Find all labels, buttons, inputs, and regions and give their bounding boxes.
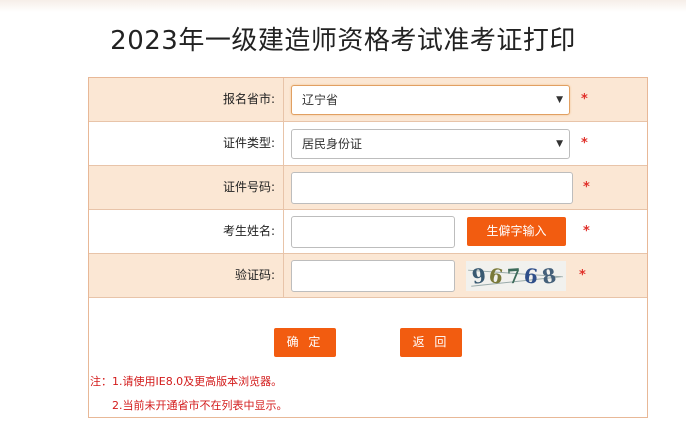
row-name: 考生姓名: 生僻字输入 * (89, 210, 647, 254)
id-type-label: 证件类型: (89, 122, 284, 165)
page-title: 2023年一级建造师资格考试准考证打印 (110, 26, 576, 56)
id-number-input[interactable] (291, 172, 573, 204)
note-line-1: 注：1.请使用IE8.0及更高版本浏览器。 (90, 375, 283, 388)
captcha-char: 6 (522, 263, 540, 289)
id-type-value: 居民身份证 (302, 137, 363, 151)
captcha-char: 9 (470, 263, 488, 289)
row-id-type: 证件类型: 居民身份证 ▼ * (89, 122, 647, 166)
chevron-down-icon: ▼ (556, 139, 563, 149)
captcha-char: 6 (487, 262, 505, 290)
name-input[interactable] (291, 216, 455, 248)
required-mark: * (579, 268, 586, 283)
captcha-char: 7 (506, 263, 522, 289)
print-form: 报名省市: 辽宁省 ▼ * 证件类型: 居民身份证 ▼ * 证件号码: * 考生… (88, 77, 648, 418)
captcha-image[interactable]: 9 6 7 6 8 (466, 261, 566, 291)
required-mark: * (581, 136, 588, 151)
back-button[interactable]: 返 回 (400, 328, 462, 357)
confirm-button[interactable]: 确 定 (274, 328, 336, 357)
id-type-select[interactable]: 居民身份证 ▼ (291, 129, 570, 159)
note-line-2: 2.当前未开通省市不在列表中显示。 (112, 399, 288, 412)
row-province: 报名省市: 辽宁省 ▼ * (89, 78, 647, 122)
province-label: 报名省市: (89, 78, 284, 121)
captcha-label: 验证码: (89, 254, 284, 297)
province-select[interactable]: 辽宁省 ▼ (291, 85, 570, 115)
required-mark: * (581, 92, 588, 107)
row-id-number: 证件号码: * (89, 166, 647, 210)
id-number-label: 证件号码: (89, 166, 284, 209)
required-mark: * (583, 224, 590, 239)
top-bar (0, 0, 686, 12)
captcha-char: 8 (540, 262, 558, 290)
province-value: 辽宁省 (302, 93, 339, 107)
captcha-input[interactable] (291, 260, 455, 292)
required-mark: * (583, 180, 590, 195)
name-label: 考生姓名: (89, 210, 284, 253)
rare-char-button[interactable]: 生僻字输入 (467, 217, 566, 246)
chevron-down-icon: ▼ (556, 95, 563, 105)
row-captcha: 验证码: 9 6 7 6 8 * (89, 254, 647, 298)
